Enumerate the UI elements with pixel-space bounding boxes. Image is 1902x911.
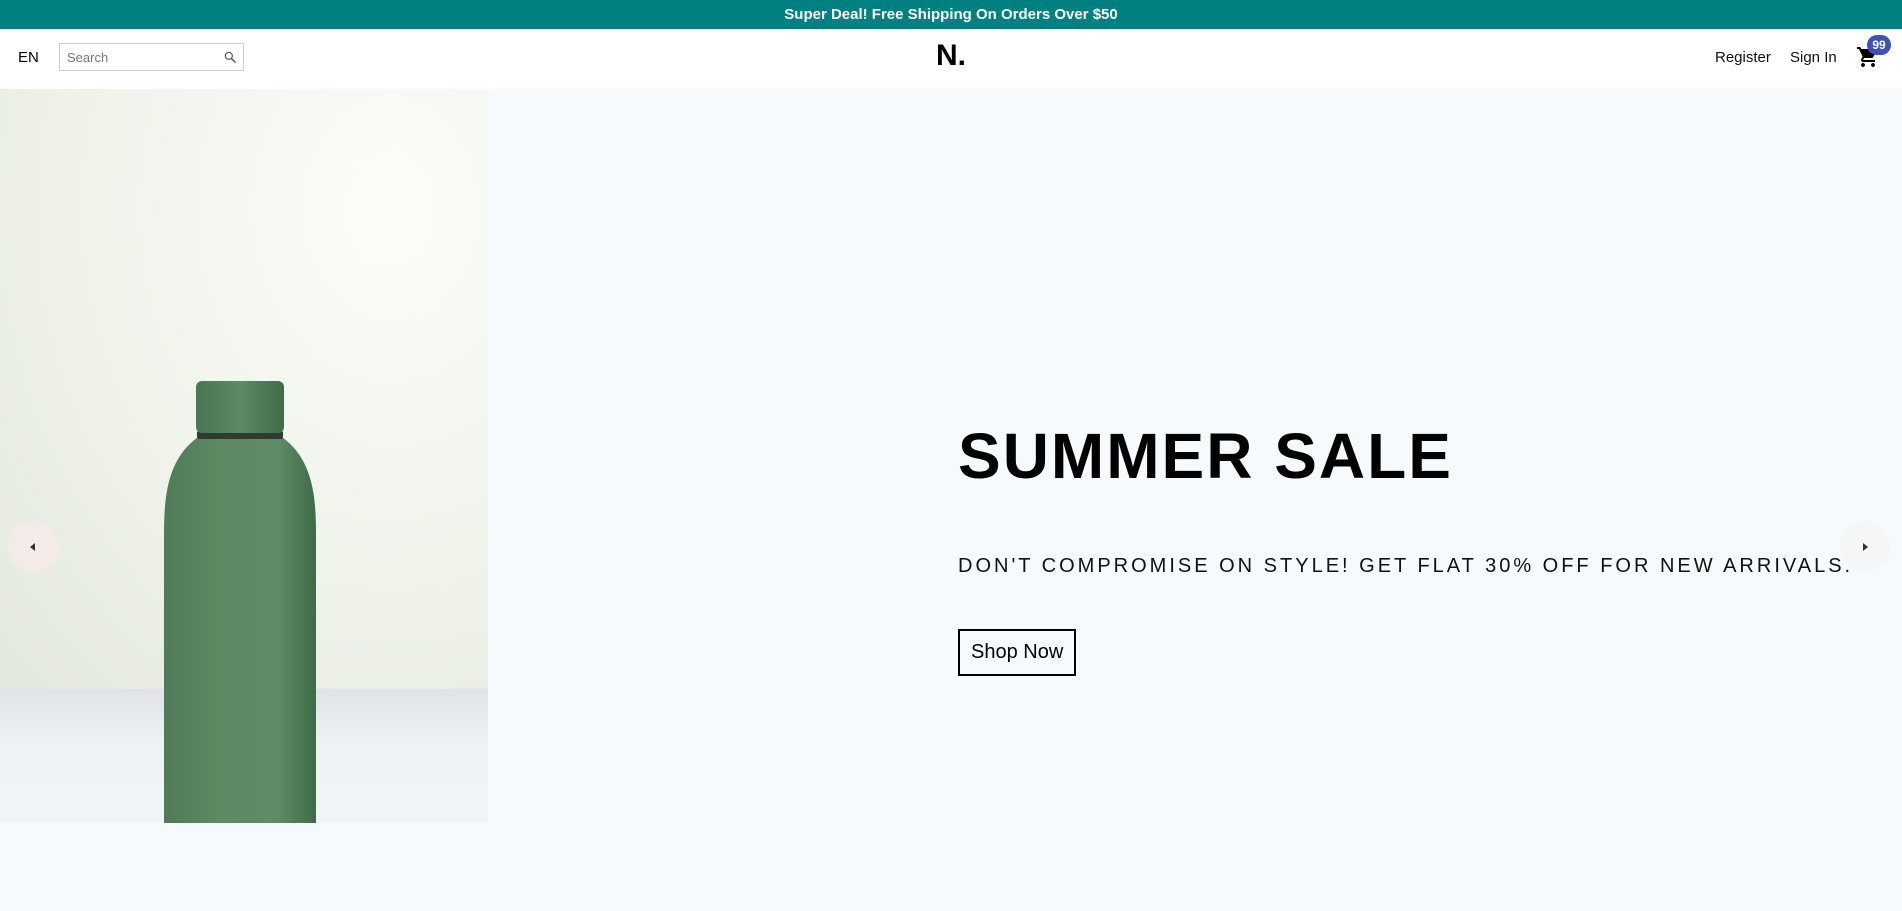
logo[interactable]: N. — [936, 39, 966, 72]
search-container — [59, 43, 244, 71]
shop-now-button[interactable]: Shop Now — [958, 629, 1077, 676]
search-input[interactable] — [60, 44, 210, 70]
slide-image — [0, 89, 488, 823]
search-icon[interactable] — [223, 50, 237, 64]
sign-in-link[interactable]: Sign In — [1790, 49, 1837, 66]
navbar: EN N. Register Sign In 99 — [0, 29, 1902, 89]
language-selector[interactable]: EN — [18, 49, 39, 66]
slide-description: DON'T COMPROMISE ON STYLE! GET FLAT 30% … — [958, 555, 1854, 577]
slide-title: SUMMER SALE — [958, 420, 1453, 492]
slider-next-button[interactable] — [1840, 522, 1890, 572]
hero-slider: SUMMER SALE DON'T COMPROMISE ON STYLE! G… — [0, 89, 1902, 823]
logo-container: N. — [0, 39, 1902, 73]
slider-prev-button[interactable] — [8, 522, 58, 572]
arrow-right-icon — [1863, 543, 1868, 551]
green-bottle-image — [164, 381, 316, 823]
arrow-left-icon — [30, 543, 35, 551]
slide-content: SUMMER SALE DON'T COMPROMISE ON STYLE! G… — [958, 89, 1858, 823]
register-link[interactable]: Register — [1715, 49, 1771, 66]
announcement-bar: Super Deal! Free Shipping On Orders Over… — [0, 0, 1902, 29]
announcement-text: Super Deal! Free Shipping On Orders Over… — [784, 6, 1118, 23]
cart-badge: 99 — [1867, 35, 1891, 55]
